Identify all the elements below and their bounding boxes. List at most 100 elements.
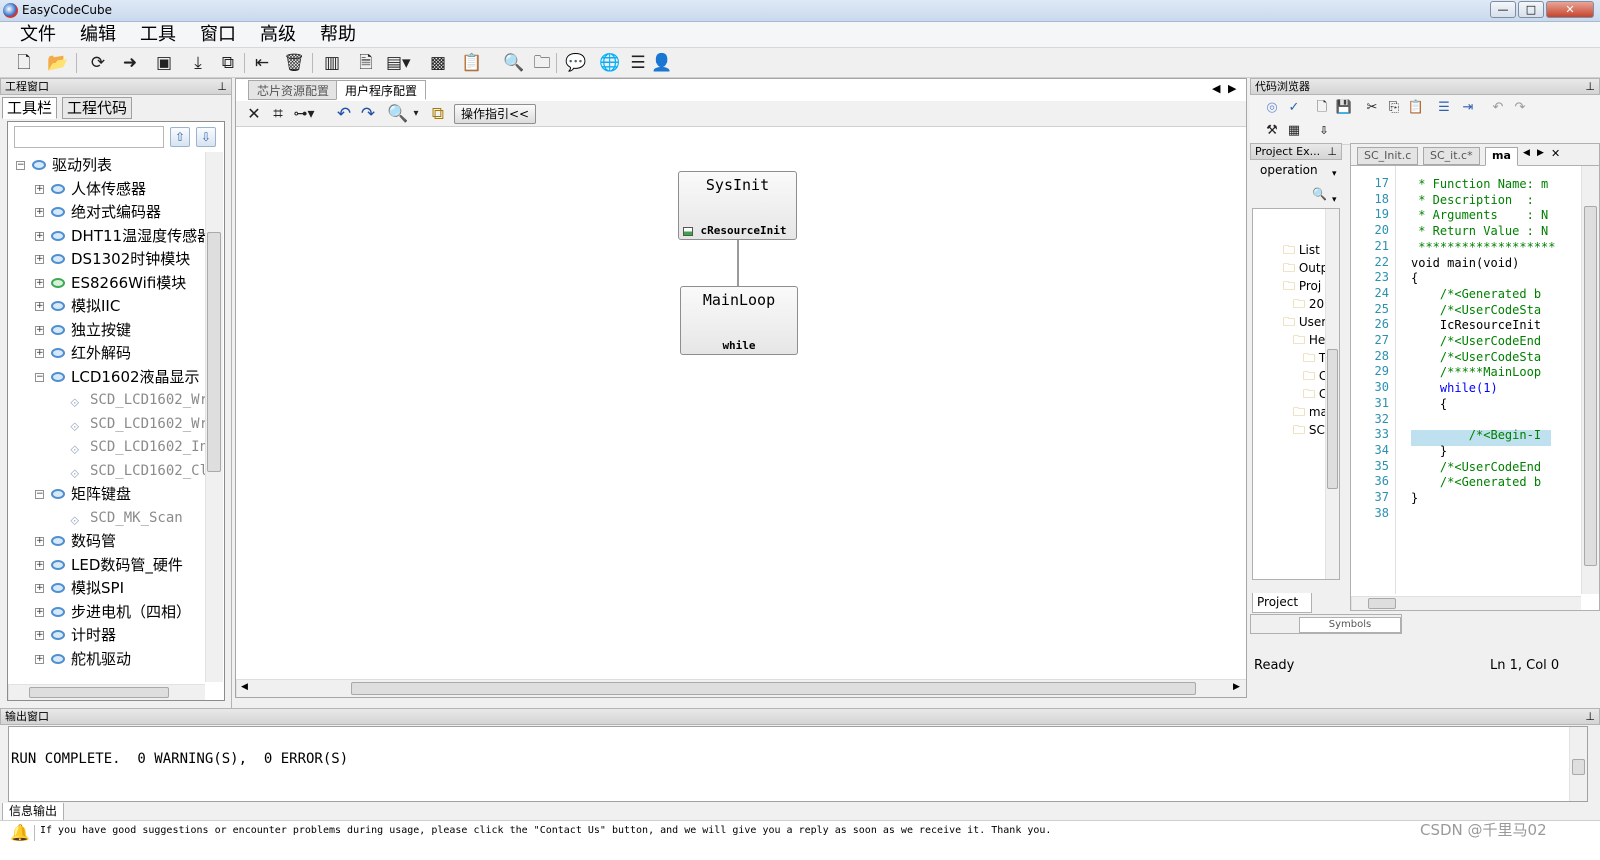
code-line[interactable]: /*<Generated b [1411,474,1541,490]
check-icon[interactable]: ✓ [1282,96,1306,120]
minimize-button[interactable]: — [1490,1,1516,18]
tree-layout-icon[interactable]: ⊶▾ [292,102,316,126]
project-tree-item[interactable]: 🗀 SC [1293,421,1325,443]
pin-icon[interactable]: ⊥ [217,79,227,94]
calendar-icon[interactable]: ▦ [1282,119,1306,143]
redo-icon[interactable]: ↷ [356,102,380,126]
menu-tools[interactable]: 工具 [136,24,180,46]
menu-advanced[interactable]: 高级 [256,24,300,46]
expand-icon[interactable]: + [35,208,44,217]
code-line[interactable]: /*<UserCodeEnd [1411,459,1541,475]
tree-item[interactable]: + ES8266Wifi模块 [8,272,204,294]
expand-icon[interactable]: + [35,184,44,194]
download-icon[interactable]: ⤓ [186,51,210,75]
code-line[interactable]: { [1411,396,1447,412]
tree-item[interactable]: ⟐ SCD_LCD1602_Wr [8,389,208,411]
expand-icon[interactable]: + [35,231,44,241]
tab-info-output[interactable]: 信息输出 [2,803,65,821]
tab-sc-it[interactable]: SC_it.c* [1423,147,1480,165]
bell-icon[interactable]: 🔔 [10,823,30,842]
select-icon[interactable]: ⌗ [266,102,290,126]
expand-icon[interactable]: + [35,302,44,311]
layout-dropdown-icon[interactable]: ▤▾ [386,51,411,75]
editor-vertical-scrollbar[interactable] [1581,166,1599,594]
expand-icon[interactable]: + [35,584,44,593]
outdent-icon[interactable]: ⇥ [1456,96,1480,120]
tree-item[interactable]: + 计时器 [8,624,204,646]
refresh-icon[interactable]: ⟳ [86,51,110,75]
tree-item[interactable]: + 红外解码 [8,342,204,364]
tree-item[interactable]: + 模拟SPI [8,577,204,599]
code-line[interactable]: ******************* [1411,239,1555,255]
scrollbar-thumb[interactable] [1584,206,1597,566]
expand-icon[interactable]: + [35,654,44,664]
code-line[interactable]: IcResourceInit [1411,317,1541,333]
scrollbar-thumb[interactable] [29,687,169,698]
tab-scroll-left-icon[interactable]: ◀ [1212,82,1220,95]
scrollbar-thumb[interactable] [1572,759,1585,775]
menu-file[interactable]: 文件 [16,24,60,46]
code-line[interactable]: * Description : [1411,192,1541,208]
globe-icon[interactable]: 🌐 [598,51,622,75]
output-scrollbar[interactable] [1569,727,1587,801]
pin-icon[interactable]: ⊥ [1327,144,1337,159]
target-icon[interactable]: ◎ [1260,96,1284,120]
undo-icon[interactable]: ↶ [332,102,356,126]
tab-symbols[interactable]: Symbols [1299,617,1401,633]
open-folder-icon[interactable]: 📂 [46,51,70,75]
code-line[interactable]: { [1411,270,1418,286]
operation-guide-button[interactable]: 操作指引<< [454,104,537,124]
tree-vertical-scrollbar[interactable] [205,152,223,682]
expand-icon[interactable]: + [35,255,44,264]
tree-horizontal-scrollbar[interactable] [8,684,205,700]
operation-dropdown[interactable]: operation [1260,163,1318,177]
save-all-icon[interactable]: ⧉ [216,51,240,75]
tab-prev-icon[interactable]: ◀ [1523,148,1530,158]
designer-horizontal-scrollbar[interactable]: ◀ ▶ [236,679,1246,697]
tree-item[interactable]: ⟐ SCD_MK_Scan [8,507,204,529]
search-icon[interactable]: 🔍 [1312,187,1327,201]
arrow-up-icon[interactable]: ⇧ [170,127,190,147]
maximize-button[interactable]: □ [1518,1,1544,18]
load-icon[interactable]: ⇩ [1312,119,1336,143]
code-line[interactable]: * Return Value : N [1411,223,1548,239]
close-icon[interactable]: ✕ [242,102,266,126]
document-icon[interactable]: 🗎 [354,51,378,75]
tree-item[interactable]: + LED数码管_硬件 [8,554,204,576]
menu-help[interactable]: 帮助 [316,24,360,46]
pin-icon[interactable]: ⊥ [1585,79,1595,94]
tree-item[interactable]: − 矩阵键盘 [8,483,204,505]
list-icon[interactable]: ☰ [626,51,650,75]
book-icon[interactable]: ▥ [320,51,344,75]
scrollbar-thumb[interactable] [1327,349,1338,489]
tree-item[interactable]: + 模拟IIC [8,295,204,317]
tree-item[interactable]: + 步进电机（四相） [8,601,204,623]
tree-search-input[interactable] [14,126,164,148]
paste-icon[interactable]: 📋 [1404,96,1428,120]
arrow-down-icon[interactable]: ⇩ [196,127,216,147]
undo-icon[interactable]: ↶ [1486,96,1510,120]
code-line[interactable]: /*<UserCodeSta [1411,349,1541,365]
tab-project-code[interactable]: 工程代码 [62,97,133,119]
code-line[interactable]: /*<Generated b [1411,286,1541,302]
clipboard-icon[interactable]: 📋▾ [460,51,484,97]
collapse-icon[interactable]: − [35,372,44,382]
scrollbar-thumb[interactable] [207,232,221,472]
expand-icon[interactable]: + [35,631,44,640]
tab-chip-resources[interactable]: 芯片资源配置 [248,80,339,100]
menu-window[interactable]: 窗口 [196,24,240,46]
save-icon[interactable]: 💾 [1332,96,1356,120]
flow-node-sysinit[interactable]: SysInit cResourceInit [678,171,797,240]
tab-user-program[interactable]: 用户程序配置 [336,80,427,100]
tree-item[interactable]: ⟐ SCD_LCD1602_Wr [8,413,208,435]
scrollbar-thumb[interactable] [1368,598,1396,609]
search-chip-icon[interactable]: 🔍 [502,51,526,75]
tree-item[interactable]: + DHT11温湿度传感器 [8,225,212,247]
chip-save-icon[interactable]: ▣ [152,51,176,75]
cpu-chip-icon[interactable]: ▩ [426,51,450,75]
tab-scroll-right-icon[interactable]: ▶ [1228,82,1236,95]
expand-icon[interactable]: + [35,537,44,546]
editor-horizontal-scrollbar[interactable] [1351,596,1581,610]
code-line[interactable]: * Function Name: m [1411,176,1548,192]
tree-item[interactable]: ⟐ SCD_LCD1602_In [8,436,208,458]
